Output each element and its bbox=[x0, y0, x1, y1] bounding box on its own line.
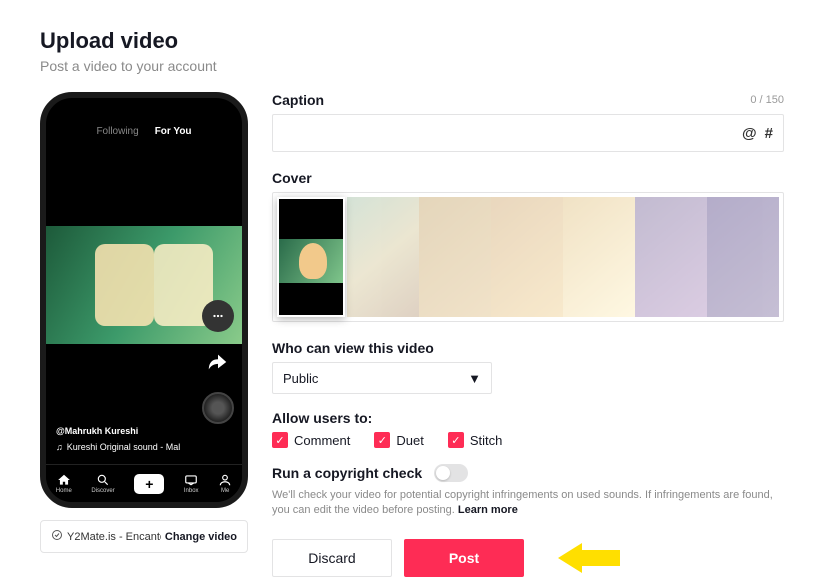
nav-create[interactable]: + bbox=[134, 474, 164, 494]
phone-preview: Following For You @Mahrukh Kureshi ♫ Kur… bbox=[40, 92, 248, 508]
caption-input[interactable] bbox=[283, 126, 742, 141]
post-button[interactable]: Post bbox=[404, 539, 524, 577]
checkbox-duet[interactable]: ✓ Duet bbox=[374, 432, 423, 448]
check-icon: ✓ bbox=[272, 432, 288, 448]
page-subtitle: Post a video to your account bbox=[40, 58, 784, 74]
cover-thumb[interactable] bbox=[635, 197, 707, 317]
tab-foryou[interactable]: For You bbox=[155, 126, 192, 137]
mention-button[interactable]: @ bbox=[742, 125, 757, 142]
cover-thumb[interactable] bbox=[491, 197, 563, 317]
tab-following[interactable]: Following bbox=[96, 126, 138, 137]
cover-thumb[interactable] bbox=[419, 197, 491, 317]
privacy-label: Who can view this video bbox=[272, 340, 784, 356]
preview-sound: Kureshi Original sound - Mal bbox=[67, 441, 181, 455]
copyright-hint: We'll check your video for potential cop… bbox=[272, 488, 784, 519]
copyright-toggle[interactable] bbox=[434, 464, 468, 482]
cover-selector[interactable] bbox=[272, 192, 784, 322]
cover-thumb[interactable] bbox=[707, 197, 779, 317]
cover-thumb[interactable] bbox=[347, 197, 419, 317]
sound-disc-icon bbox=[202, 392, 234, 424]
checkbox-stitch[interactable]: ✓ Stitch bbox=[448, 432, 503, 448]
page-title: Upload video bbox=[40, 28, 784, 54]
share-icon bbox=[204, 348, 232, 376]
comment-icon bbox=[202, 300, 234, 332]
privacy-selected: Public bbox=[283, 371, 318, 386]
nav-discover[interactable]: Discover bbox=[91, 473, 114, 494]
cover-selected-frame[interactable] bbox=[277, 197, 345, 317]
chevron-down-icon: ▼ bbox=[468, 371, 481, 386]
file-name: Y2Mate.is - Encanto bu... bbox=[67, 531, 161, 543]
annotation-arrow-icon bbox=[558, 539, 620, 577]
copyright-label: Run a copyright check bbox=[272, 465, 422, 481]
file-row: Y2Mate.is - Encanto bu... Change video bbox=[40, 520, 248, 553]
music-note-icon: ♫ bbox=[56, 441, 63, 455]
checkbox-comment[interactable]: ✓ Comment bbox=[272, 432, 350, 448]
cover-thumb[interactable] bbox=[563, 197, 635, 317]
discard-button[interactable]: Discard bbox=[272, 539, 392, 577]
learn-more-link[interactable]: Learn more bbox=[458, 504, 518, 516]
check-icon: ✓ bbox=[374, 432, 390, 448]
check-icon: ✓ bbox=[448, 432, 464, 448]
check-circle-icon bbox=[51, 529, 63, 544]
privacy-select[interactable]: Public ▼ bbox=[272, 362, 492, 394]
nav-inbox[interactable]: Inbox bbox=[184, 473, 199, 494]
change-video-link[interactable]: Change video bbox=[165, 531, 237, 543]
allow-label: Allow users to: bbox=[272, 410, 784, 426]
cover-label: Cover bbox=[272, 170, 784, 186]
nav-home[interactable]: Home bbox=[56, 473, 72, 494]
hashtag-button[interactable]: # bbox=[765, 125, 773, 142]
preview-username: @Mahrukh Kureshi bbox=[56, 425, 180, 439]
caption-label: Caption bbox=[272, 92, 324, 108]
caption-count: 0 / 150 bbox=[750, 94, 784, 106]
nav-me[interactable]: Me bbox=[218, 473, 232, 494]
